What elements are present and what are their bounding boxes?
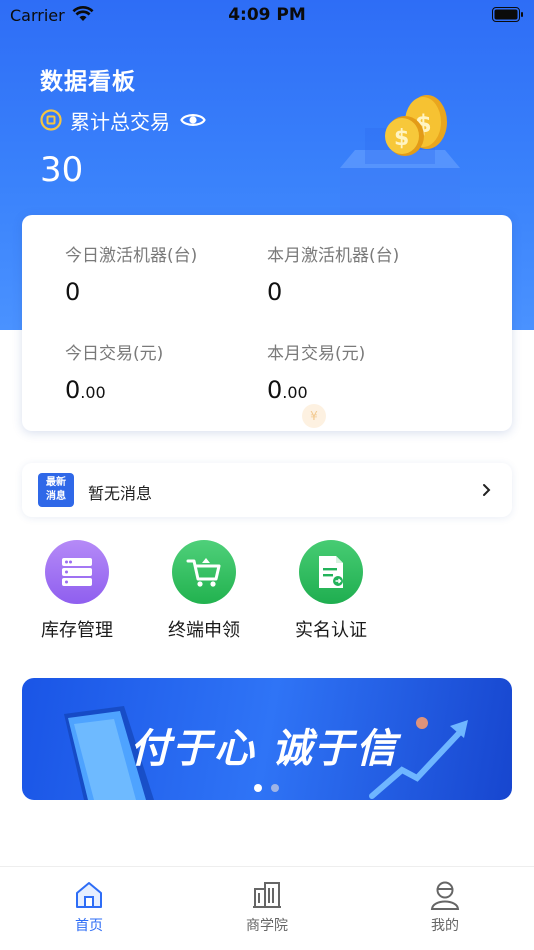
tab-mine[interactable]: 我的	[385, 879, 505, 935]
status-time: 4:09 PM	[228, 5, 306, 25]
building-icon	[253, 882, 281, 908]
stat-month-activations: 本月激活机器(台) 0	[267, 241, 399, 306]
tab-label: 首页	[75, 918, 103, 934]
total-transactions-label: 累计总交易	[70, 109, 170, 134]
shopping-cart-icon	[172, 540, 236, 604]
stat-month-transactions: 本月交易(元) 0.00	[267, 339, 365, 404]
quick-action-inventory[interactable]: 库存管理	[22, 540, 132, 642]
stat-today-transactions: 今日交易(元) 0.00	[65, 339, 163, 404]
coins-illustration-icon: $ $	[340, 95, 460, 214]
stats-card: 今日激活机器(台) 0 本月激活机器(台) 0 今日交易(元) 0.00 本月交…	[22, 215, 512, 431]
stat-value: 0.00	[267, 376, 308, 404]
quick-action-terminal-apply[interactable]: 终端申领	[149, 540, 259, 642]
stat-label: 本月激活机器(台)	[267, 246, 400, 266]
notice-bar[interactable]: 最新 消息 暂无消息	[22, 463, 512, 517]
eye-icon[interactable]	[180, 111, 206, 129]
stat-value: 0	[267, 278, 283, 306]
stat-value: 0	[65, 278, 81, 306]
tab-label: 我的	[431, 918, 459, 934]
stat-today-activations: 今日激活机器(台) 0	[65, 241, 197, 306]
status-bar: Carrier 4:09 PM	[0, 0, 534, 30]
document-icon	[299, 540, 363, 604]
user-icon	[430, 881, 460, 910]
notice-text: 暂无消息	[88, 484, 153, 503]
stat-value: 0.00	[65, 376, 106, 404]
stat-label: 今日交易(元)	[65, 344, 164, 364]
carousel-dot[interactable]	[271, 784, 279, 792]
tab-label: 商学院	[246, 918, 288, 934]
home-icon	[76, 882, 102, 908]
battery-icon	[492, 7, 523, 22]
dashboard-title: 数据看板	[40, 69, 136, 95]
promo-banner[interactable]: 付于心 诚于信	[22, 678, 512, 800]
bottom-tab-bar: 首页 商学院 我的	[0, 866, 534, 950]
carousel-dot-active[interactable]	[254, 784, 262, 792]
chevron-right-icon	[483, 484, 491, 496]
quick-action-label: 库存管理	[41, 620, 113, 641]
tab-home[interactable]: 首页	[29, 879, 149, 935]
stat-label: 本月交易(元)	[267, 344, 366, 364]
quick-action-label: 终端申领	[168, 620, 240, 641]
total-transactions-value: 30	[40, 150, 84, 190]
news-badge: 最新 消息	[38, 473, 74, 507]
svg-text:$: $	[394, 126, 409, 151]
stat-label: 今日激活机器(台)	[65, 246, 198, 266]
yen-coin-icon: ¥	[302, 404, 326, 428]
coin-icon	[40, 109, 62, 131]
total-transactions-row: 累计总交易	[40, 107, 206, 134]
inventory-icon	[45, 540, 109, 604]
tab-business-school[interactable]: 商学院	[207, 879, 327, 935]
banner-slogan: 付于心 诚于信	[130, 726, 398, 772]
quick-action-label: 实名认证	[295, 620, 367, 641]
quick-action-real-name[interactable]: 实名认证	[276, 540, 386, 642]
